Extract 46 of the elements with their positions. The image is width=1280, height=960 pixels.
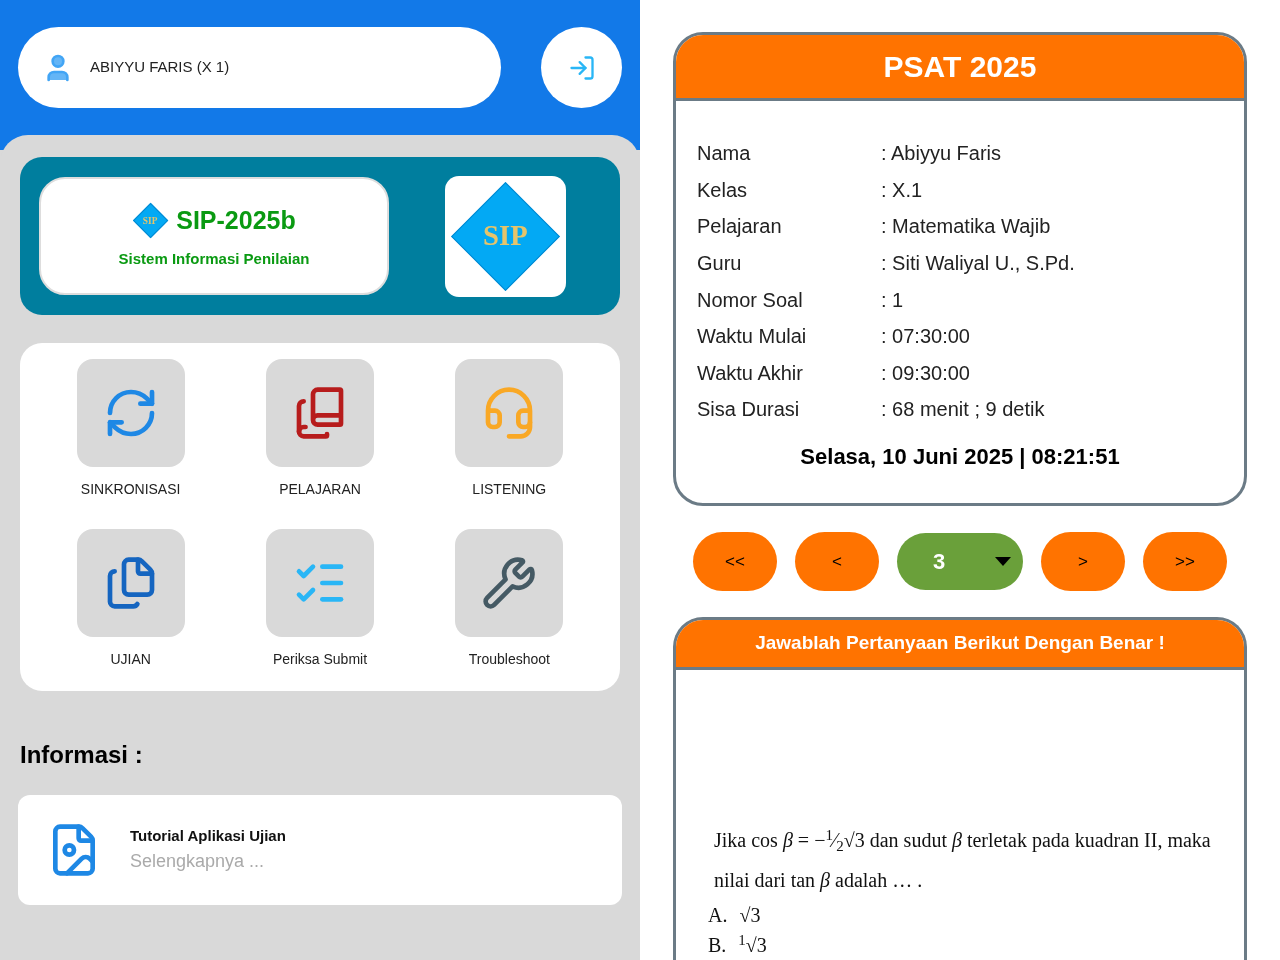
field-value: : Siti Waliyal U., S.Pd. [881, 251, 1075, 277]
field-value: : 07:30:00 [881, 324, 970, 350]
field-label: Guru [697, 251, 743, 277]
login-icon [567, 53, 596, 82]
field-value: : 09:30:00 [881, 360, 970, 386]
menu-item[interactable]: LISTENING [414, 359, 604, 505]
field-label: Pelajaran [697, 214, 783, 240]
first-page-button[interactable]: << [693, 531, 777, 591]
app-title: SIP-2025b [176, 205, 296, 236]
field-label: Sisa Durasi [697, 397, 801, 423]
exam-title: PSAT 2025 [883, 49, 1037, 85]
field-label: Nomor Soal [697, 287, 804, 313]
user-name: ABIYYU FARIS (X 1) [90, 57, 230, 78]
field-value: : Matematika Wajib [881, 214, 1051, 240]
option-letter: A. [708, 903, 728, 928]
menu-item[interactable]: Troubleshoot [414, 529, 604, 675]
menu-item[interactable]: SINKRONISASI [36, 359, 226, 505]
next-page-button[interactable]: > [1041, 531, 1125, 591]
menu-item[interactable]: UJIAN [36, 529, 226, 675]
field-value: : 1 [881, 287, 904, 313]
option-letter: B. [708, 933, 727, 958]
option-text: √3 [739, 903, 761, 928]
sip-logo: SIP [450, 181, 561, 291]
field-label: Kelas [697, 177, 749, 203]
small-logo: SIP [132, 202, 169, 239]
question-text: Jika cos β = −$^{1}$⁄$_{2}$√3 dan sudut β terletak pada kuadran II, maka nilai dari tan β adalah … . [714, 825, 1212, 894]
field-value: : Abiyyu Faris [881, 141, 1002, 167]
previous-page-button[interactable]: < [795, 531, 879, 591]
field-label: Waktu Mulai [697, 324, 808, 350]
user-bar[interactable]: ABIYYU FARIS (X 1) [18, 27, 501, 108]
caret-icon [995, 556, 1011, 566]
menu-item[interactable]: PELAJARAN [225, 359, 415, 505]
option-text: $^{1}$√3 [738, 930, 767, 958]
field-label: Waktu Akhir [697, 360, 804, 386]
field-label: Nama [697, 141, 752, 167]
info-card[interactable]: Tutorial Aplikasi Ujian Selengkapnya ... [18, 795, 622, 905]
date-time: Selasa, 10 Juni 2025 | 08:21:51 [799, 442, 1121, 471]
field-value: : 68 menit ; 9 detik [881, 397, 1045, 423]
info-heading: Informasi : [20, 740, 144, 770]
info-title: Tutorial Aplikasi Ujian [130, 826, 286, 847]
menu-item[interactable]: Periksa Submit [225, 529, 415, 675]
wrench-icon [481, 555, 538, 611]
question-instruction: Jawablah Pertanyaan Berikut Dengan Benar ! [755, 631, 1165, 656]
app-subtitle: Sistem Informasi Penilaian [118, 248, 310, 269]
field-value: : X.1 [881, 177, 923, 203]
last-page-button[interactable]: >> [1143, 531, 1227, 591]
